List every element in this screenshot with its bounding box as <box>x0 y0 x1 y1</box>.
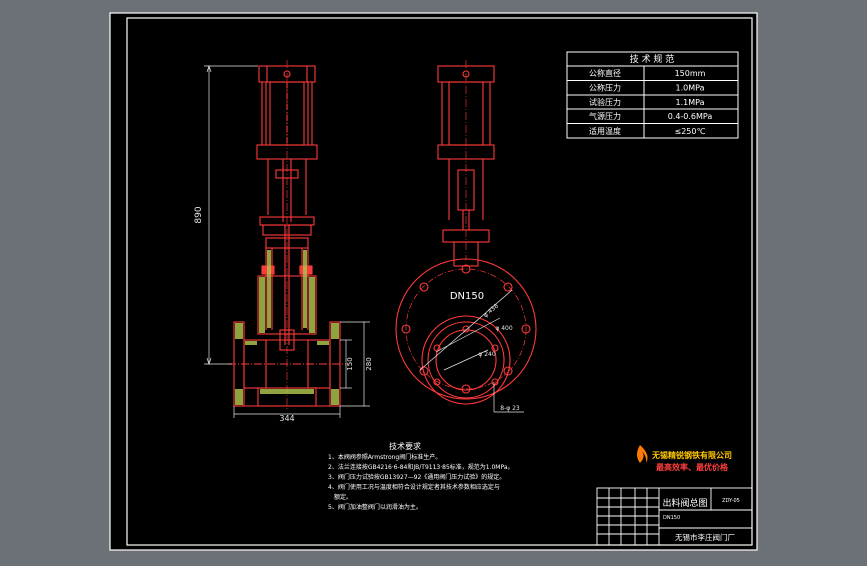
spec-label: 公称压力 <box>589 83 621 93</box>
spec-value: 0.4-0.6MPa <box>668 112 713 121</box>
spec-table-title: 技 术 规 范 <box>630 53 675 65</box>
manufacturer-name: 无锡市李庄阀门厂 <box>675 532 735 542</box>
company-name: 无锡精锐钢铁有限公司 <box>651 450 732 460</box>
spec-value: 1.1MPa <box>676 98 705 107</box>
spec-label: 试验压力 <box>589 97 621 107</box>
spec-value: 1.0MPa <box>676 84 705 93</box>
tech-requirement-item: 4、阀门使用工况与温度相符合设计规定者其技术参数相应选定与 <box>328 483 500 491</box>
dim-inner-diameter: φ 240 <box>478 351 496 358</box>
tech-requirement-item: 2、法兰连接按GB4216·6-84和JB/T9113·85标准，规范为1.0M… <box>328 463 514 471</box>
dim-bore-a: 150 <box>346 357 354 370</box>
drawing-sheet: 技 术 规 范 公称直径 150mm 公称压力 1.0MPa 试验压力 1.1M… <box>109 12 758 551</box>
cad-viewport: 技 术 规 范 公称直径 150mm 公称压力 1.0MPa 试验压力 1.1M… <box>0 0 867 562</box>
nominal-size-label: DN150 <box>450 291 484 302</box>
spec-label: 公称直径 <box>589 68 621 78</box>
dim-pcd-diameter: φ 400 <box>495 325 513 332</box>
drawing-code: DN150 <box>663 515 680 521</box>
dim-bolt-holes: 8-φ 23 <box>500 405 520 412</box>
dim-bore-b: 280 <box>365 357 373 370</box>
spec-label: 适用温度 <box>589 126 621 136</box>
drawing-name: 出料阀总图 <box>662 497 707 509</box>
tech-requirement-item: 额定。 <box>334 493 352 501</box>
tech-requirement-item: 1、本阀阀参照Armstrong阀门标准生产。 <box>328 453 441 461</box>
dim-overall-height: 890 <box>194 206 204 223</box>
spec-value: 150mm <box>675 69 706 78</box>
company-slogan: 最高效率、最优价格 <box>656 462 729 472</box>
tech-requirement-item: 3、阀门压力试验按GB13927—92《通用阀门压力试验》的规定。 <box>328 473 505 481</box>
tech-requirement-item: 5、阀门加油整阀门以润滑油为主。 <box>328 503 422 511</box>
drawing-number: ZDY-05 <box>722 498 740 504</box>
spec-value: ≤250℃ <box>675 127 706 136</box>
dim-face-width: 344 <box>279 414 294 423</box>
spec-label: 气源压力 <box>589 111 621 121</box>
tech-requirements-title: 技术要求 <box>389 441 421 451</box>
